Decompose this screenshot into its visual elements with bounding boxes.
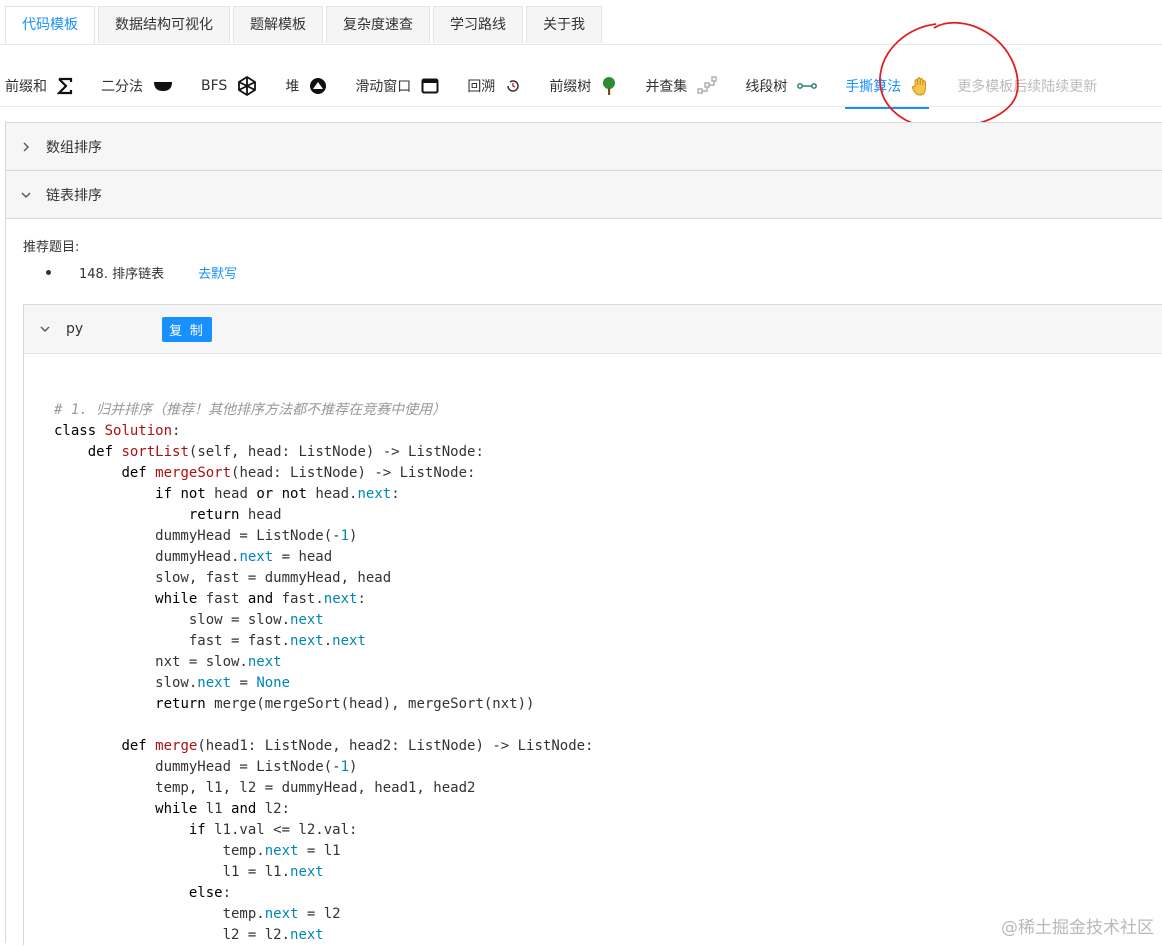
tab-code-templates[interactable]: 代码模板	[5, 6, 95, 45]
panel-title: 链表排序	[46, 187, 102, 204]
subtab-prefix-sum[interactable]: 前缀和	[5, 68, 73, 104]
subtab-label: 堆	[285, 79, 300, 95]
subtab-sliding-window[interactable]: 滑动窗口	[355, 68, 439, 104]
subtab-label: BFS	[201, 78, 228, 94]
subtab-label: 前缀树	[549, 79, 592, 95]
practice-link[interactable]: 去默写	[198, 263, 237, 282]
panel-title: 数组排序	[46, 139, 102, 156]
tab-ds-visualization[interactable]: 数据结构可视化	[98, 6, 230, 43]
sub-tabs: 前缀和 二分法 BFS 堆 滑动窗口 回溯 前缀树 并查集 线段树 手撕算法 更…	[5, 66, 1097, 109]
subtab-label: 回溯	[467, 79, 496, 95]
subtab-bfs[interactable]: BFS	[201, 68, 257, 104]
union-graph-icon	[697, 76, 718, 96]
panel-array-sort[interactable]: 数组排序	[6, 123, 1162, 171]
window-icon	[421, 78, 439, 94]
subtab-trie[interactable]: 前缀树	[549, 68, 617, 104]
chevron-down-icon	[24, 324, 66, 334]
subtab-handwritten-algorithms[interactable]: 手撕算法	[845, 68, 930, 109]
tree-icon	[601, 76, 617, 96]
subtab-label: 滑动窗口	[355, 79, 412, 95]
top-tabs: 代码模板 数据结构可视化 题解模板 复杂度速查 学习路线 关于我	[5, 6, 605, 45]
watermark: @稀土掘金技术社区	[1001, 918, 1154, 938]
network-icon	[237, 76, 257, 96]
hand-icon	[911, 76, 929, 96]
code-block: # 1. 归并排序（推荐！其他排序方法都不推荐在竞赛中使用） class Sol…	[54, 402, 594, 943]
subtab-heap[interactable]: 堆	[285, 68, 327, 104]
code-card-header[interactable]: py 复 制	[24, 305, 1162, 354]
subtab-backtracking[interactable]: 回溯	[467, 68, 521, 104]
top-tabs-divider	[0, 44, 1162, 45]
tab-solution-templates[interactable]: 题解模板	[233, 6, 323, 43]
segment-icon	[797, 82, 818, 90]
half-circle-icon	[153, 80, 173, 92]
subtab-label: 线段树	[745, 79, 788, 95]
subtab-more-coming: 更多模板后续陆续更新	[957, 68, 1097, 104]
chevron-down-icon	[6, 190, 46, 200]
chevron-right-icon	[6, 142, 46, 152]
subtab-union-find[interactable]: 并查集	[645, 68, 718, 104]
subtab-label: 二分法	[101, 79, 143, 95]
sort-panels: 数组排序 链表排序 推荐题目: 148. 排序链表 去默写 py 复 制 # 1…	[5, 122, 1162, 945]
subtab-label: 更多模板后续陆续更新	[957, 79, 1098, 95]
recommend-title: 推荐题目:	[23, 240, 80, 255]
code-language: py	[66, 321, 84, 337]
bullet-icon	[46, 270, 51, 275]
subtab-binary-search[interactable]: 二分法	[101, 68, 173, 104]
subtab-label: 并查集	[645, 79, 688, 95]
subtab-label: 前缀和	[5, 79, 47, 95]
code-card: py 复 制 # 1. 归并排序（推荐！其他排序方法都不推荐在竞赛中使用） cl…	[23, 304, 1162, 945]
heap-icon	[309, 77, 327, 95]
subtab-label: 手撕算法	[845, 79, 902, 95]
sub-tabs-divider	[0, 106, 1162, 107]
panel-list-sort-body: 推荐题目: 148. 排序链表 去默写 py 复 制 # 1. 归并排序（推荐！…	[6, 219, 1162, 945]
sigma-icon	[57, 77, 73, 95]
tab-complexity[interactable]: 复杂度速查	[326, 6, 430, 43]
copy-button[interactable]: 复 制	[162, 316, 212, 342]
rewind-clock-icon	[505, 78, 521, 94]
tab-learning-path[interactable]: 学习路线	[433, 6, 523, 43]
subtab-segment-tree[interactable]: 线段树	[745, 68, 818, 104]
tab-about[interactable]: 关于我	[526, 6, 602, 43]
panel-list-sort[interactable]: 链表排序	[6, 171, 1162, 219]
recommend-item: 148. 排序链表 去默写	[46, 263, 237, 282]
problem-title: 148. 排序链表	[79, 267, 165, 282]
